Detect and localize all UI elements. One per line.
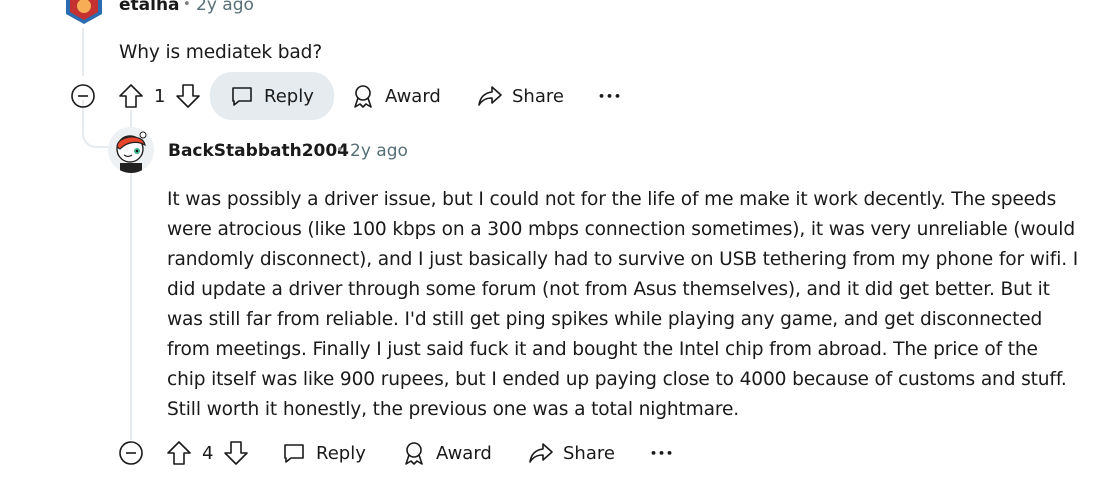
vote-count: 1 — [154, 85, 166, 107]
more-options-button[interactable]: ••• — [650, 431, 674, 475]
share-label: Share — [512, 85, 564, 107]
avatar[interactable] — [108, 127, 154, 173]
share-button[interactable]: Share — [477, 74, 564, 118]
share-button[interactable]: Share — [528, 431, 615, 475]
comment-body-line: randomly disconnect), and I just basical… — [167, 249, 1079, 270]
award-button[interactable]: Award — [350, 74, 441, 118]
downvote-icon[interactable] — [223, 440, 249, 466]
thread-line-parent — [82, 28, 84, 76]
share-label: Share — [563, 442, 615, 464]
comment-body-line: chip itself was like 900 rupees, but I e… — [167, 369, 1067, 390]
comment-body-line: Still worth it honestly, the previous on… — [167, 399, 740, 420]
comment-body-line: were atrocious (like 100 kbps on a 300 m… — [167, 219, 1075, 240]
more-options-button[interactable]: ••• — [598, 74, 622, 118]
collapse-icon — [119, 441, 143, 465]
award-button[interactable]: Award — [401, 431, 492, 475]
username[interactable]: BackStabbath2004 — [168, 141, 349, 161]
comment-body-line: from meetings. Finally I just said fuck … — [167, 339, 1038, 360]
downvote-icon[interactable] — [175, 83, 201, 109]
reply-label: Reply — [316, 442, 366, 464]
comment-icon — [284, 444, 304, 463]
vote-count: 4 — [202, 442, 214, 464]
timestamp[interactable]: 2y ago — [196, 0, 254, 15]
collapse-button[interactable] — [70, 74, 96, 118]
share-icon — [529, 443, 553, 463]
reply-label: Reply — [264, 85, 314, 107]
more-icon: ••• — [598, 89, 623, 103]
comment-body: Why is mediatek bad? — [119, 42, 323, 63]
vote-bar: 1 — [118, 74, 201, 118]
username[interactable]: etalha — [119, 0, 180, 15]
comment-body-line: It was possibly a driver issue, but I co… — [167, 189, 1057, 210]
collapse-icon — [71, 84, 95, 108]
comment-body-line: was still far from reliable. I'd still g… — [167, 309, 1043, 330]
award-icon — [405, 442, 423, 465]
award-label: Award — [385, 85, 441, 107]
award-icon — [354, 85, 372, 108]
award-label: Award — [436, 442, 492, 464]
separator-dot: • — [336, 143, 344, 158]
comment-body-line: did update a driver through some forum (… — [167, 279, 1050, 300]
vote-bar: 4 — [166, 431, 249, 475]
share-icon — [478, 86, 502, 106]
comment-icon — [232, 87, 252, 106]
collapse-button[interactable] — [118, 431, 144, 475]
upvote-icon[interactable] — [118, 83, 144, 109]
reply-button[interactable]: Reply — [282, 431, 366, 475]
separator-dot: • — [183, 0, 191, 12]
more-icon: ••• — [650, 446, 675, 460]
timestamp[interactable]: 2y ago — [350, 141, 408, 161]
reply-button[interactable]: Reply — [210, 72, 334, 120]
upvote-icon[interactable] — [166, 440, 192, 466]
avatar[interactable] — [62, 0, 106, 26]
